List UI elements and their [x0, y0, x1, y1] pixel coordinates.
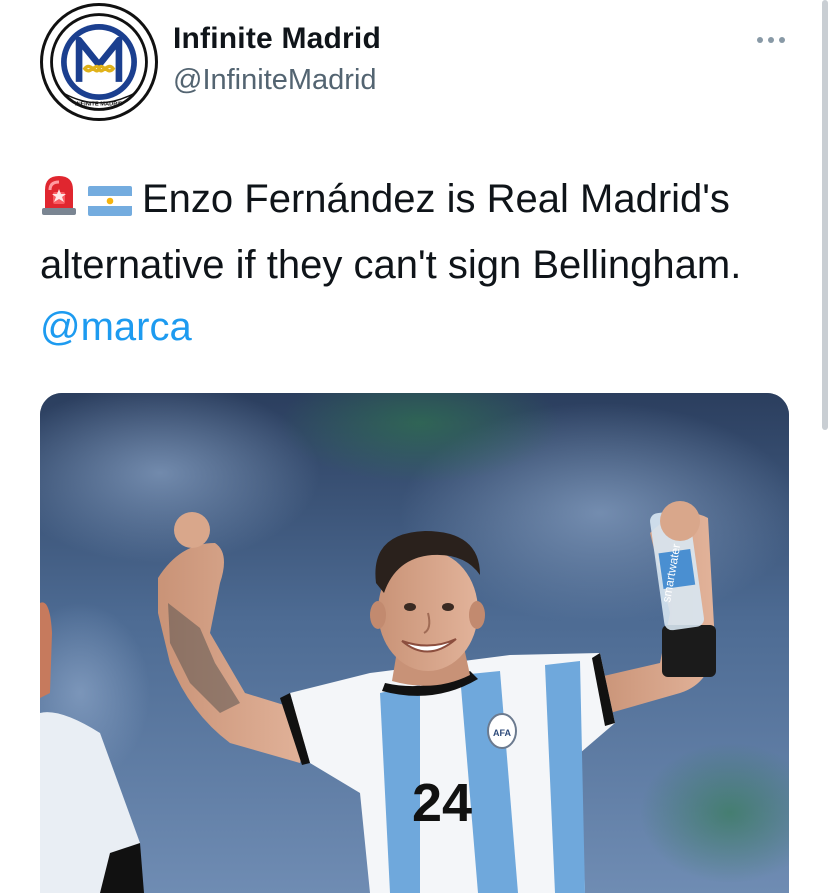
svg-text:AFA: AFA: [493, 728, 512, 738]
more-options-button[interactable]: [754, 28, 788, 52]
more-options-icon: [757, 37, 785, 43]
author-handle[interactable]: @InfiniteMadrid: [173, 64, 377, 97]
tweet-card: INFINITE MADRID Infinite Madrid @Infinit…: [0, 0, 828, 893]
jersey-number: 24: [412, 773, 472, 833]
scrollbar[interactable]: [822, 0, 828, 430]
mention-link[interactable]: @marca: [40, 305, 192, 349]
argentina-flag-emoji: [88, 172, 132, 234]
tweet-body-text: Enzo Fernández is Real Madrid's alternat…: [40, 177, 742, 287]
author-display-name[interactable]: Infinite Madrid: [173, 22, 381, 56]
tweet-media-photo[interactable]: smartwater AFA 24: [40, 393, 789, 893]
football-player-photo: smartwater AFA 24: [40, 393, 789, 893]
rotating-light-emoji: [40, 172, 78, 234]
avatar[interactable]: INFINITE MADRID: [40, 3, 158, 121]
infinite-madrid-logo-icon: INFINITE MADRID: [45, 8, 153, 116]
tweet-text: Enzo Fernández is Real Madrid's alternat…: [40, 168, 760, 358]
svg-text:INFINITE MADRID: INFINITE MADRID: [75, 102, 123, 108]
